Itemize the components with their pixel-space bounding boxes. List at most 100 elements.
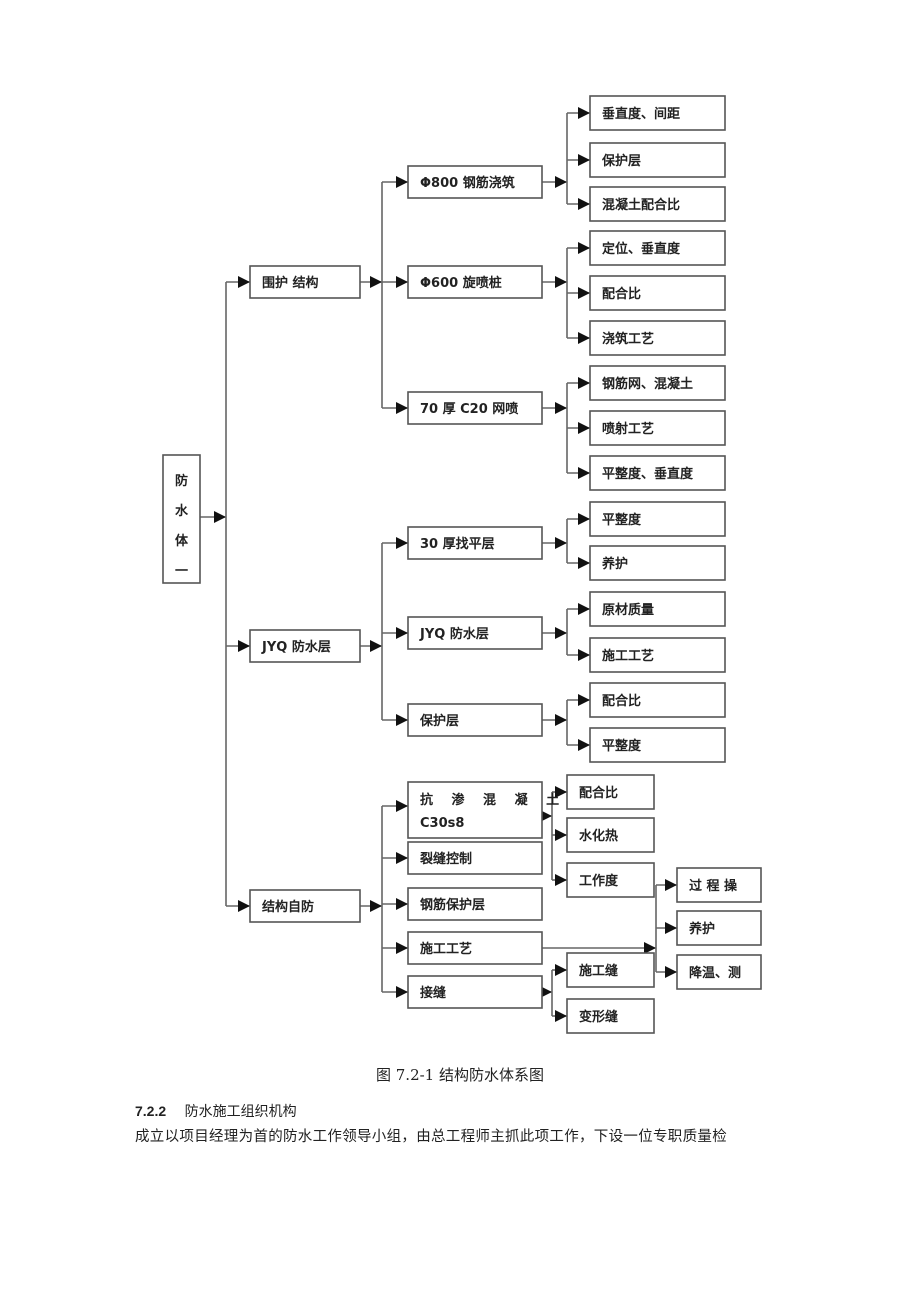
level3-box-label: 平整度 — [602, 738, 642, 754]
branch-arrow-icon — [238, 276, 250, 288]
level3-arrow-icon — [665, 922, 677, 934]
level3-box-label: 保护层 — [601, 153, 641, 169]
level3-box: 垂直度、间距 — [589, 95, 726, 131]
level3-box-label: 养护 — [688, 921, 715, 937]
figure-caption: 图 7.2-1 结构防水体系图 — [375, 1066, 544, 1084]
level3-box: 养护 — [676, 910, 762, 946]
level2-box-label: 接缝 — [420, 985, 446, 1001]
level2-out-arrow-icon — [555, 627, 567, 639]
level3-arrow-icon — [578, 154, 590, 166]
level1-out-arrow-icon — [370, 640, 382, 652]
level3-box-label: 喷射工艺 — [602, 421, 654, 437]
root-box-char: 水 — [175, 503, 189, 519]
level3-box-label: 配合比 — [602, 693, 641, 709]
level2-arrow-icon — [396, 627, 408, 639]
level3-arrow-icon — [578, 422, 590, 434]
level3-box-label: 定位、垂直度 — [601, 241, 681, 257]
level2-box: 施工工艺 — [407, 931, 543, 965]
level3-box: 原材质量 — [589, 591, 726, 627]
waterproofing-system-diagram: 防水体一 围护 结构 Φ800 钢筋浇筑 垂直度、间距保护层混凝土配合比 Φ600 旋喷… — [162, 95, 762, 1034]
level3-arrow-icon — [578, 242, 590, 254]
level2-out-arrow-icon — [555, 176, 567, 188]
level3-arrow-icon — [578, 377, 590, 389]
level2-arrow-icon — [396, 852, 408, 864]
root-box-char: 一 — [175, 564, 188, 579]
level1-box-1-label: 围护 结构 — [262, 275, 319, 291]
level3-arrow-icon — [555, 964, 567, 976]
level1-box-3-label: 结构自防 — [262, 899, 314, 915]
level3-box-label: 钢筋网、混凝土 — [602, 376, 693, 392]
level1-box-3: 结构自防 — [249, 889, 361, 923]
level2-box-label: 施工工艺 — [420, 941, 472, 957]
level2-box: 接缝 — [407, 975, 543, 1009]
level3-box: 施工缝 — [566, 952, 655, 988]
level2-box-label: Φ800 钢筋浇筑 — [420, 175, 515, 191]
level3-box-label: 施工工艺 — [602, 648, 654, 664]
level2-box-label-line1: 抗 渗 混 凝 土 — [420, 792, 566, 808]
level3-box-label: 平整度、垂直度 — [602, 466, 694, 482]
level2-arrow-icon — [396, 898, 408, 910]
level3-box: 养护 — [589, 545, 726, 581]
level2-arrow-icon — [396, 276, 408, 288]
section-heading: 7.2.2 防水施工组织机构 — [135, 1101, 297, 1121]
level2-box-label-line2: C30s8 — [420, 816, 464, 831]
level1-out-arrow-icon — [370, 276, 382, 288]
level2-box: Φ800 钢筋浇筑 — [407, 165, 543, 199]
level2-box: 70 厚 C20 网喷 — [407, 391, 543, 425]
level3-arrow-icon — [665, 879, 677, 891]
level3-box: 配合比 — [566, 774, 655, 810]
level3-box: 过 程 操 — [676, 867, 762, 903]
level1-box-2-label: JYQ 防水层 — [261, 639, 331, 655]
level3-box: 保护层 — [589, 142, 726, 178]
level2-box-label: JYQ 防水层 — [419, 626, 489, 642]
level2-arrow-icon — [396, 986, 408, 998]
level3-box-label: 变形缝 — [579, 1009, 618, 1025]
level3-box: 定位、垂直度 — [589, 230, 726, 266]
level3-arrow-icon — [578, 603, 590, 615]
level2-box-label: 30 厚找平层 — [420, 536, 495, 552]
section-number: 7.2.2 — [135, 1103, 167, 1119]
root-box-char: 体 — [175, 533, 189, 549]
body-paragraph: 成立以项目经理为首的防水工作领导小组，由总工程师主抓此项工作，下设一位专职质量检 — [135, 1129, 727, 1145]
level2-out-arrow-icon — [555, 537, 567, 549]
level1-out-arrow-icon — [370, 900, 382, 912]
level3-arrow-icon — [578, 467, 590, 479]
level3-box: 平整度、垂直度 — [589, 455, 726, 491]
level3-box-label: 配合比 — [602, 286, 641, 302]
level3-arrow-icon — [578, 739, 590, 751]
level2-arrow-icon — [396, 942, 408, 954]
level3-arrow-icon — [578, 287, 590, 299]
boxes: 防水体一 围护 结构 Φ800 钢筋浇筑 垂直度、间距保护层混凝土配合比 Φ600 旋喷… — [162, 95, 762, 1034]
level3-box-label: 原材质量 — [602, 602, 654, 618]
level3-box: 平整度 — [589, 727, 726, 763]
level3-box: 钢筋网、混凝土 — [589, 365, 726, 401]
branch-arrow-icon — [238, 640, 250, 652]
level3-box-label: 配合比 — [579, 785, 618, 801]
level3-box: 施工工艺 — [589, 637, 726, 673]
level3-box-label: 垂直度、间距 — [602, 106, 680, 122]
level3-box: 变形缝 — [566, 998, 655, 1034]
level3-arrow-icon — [578, 557, 590, 569]
level3-box: 降温、测 — [676, 954, 762, 990]
level2-box: JYQ 防水层 — [407, 616, 543, 650]
level3-box-label: 浇筑工艺 — [602, 331, 654, 347]
level3-box: 混凝土配合比 — [589, 186, 726, 222]
level2-out-arrow-icon — [555, 276, 567, 288]
level3-arrow-icon — [665, 966, 677, 978]
level2-out-arrow-icon — [555, 402, 567, 414]
root-box: 防水体一 — [162, 454, 201, 584]
level2-box-label: 70 厚 C20 网喷 — [420, 401, 518, 417]
level3-box: 工作度 — [566, 862, 655, 898]
level3-box: 喷射工艺 — [589, 410, 726, 446]
level3-arrow-icon — [578, 649, 590, 661]
level3-box-label: 水化热 — [579, 828, 618, 844]
level2-box: 抗 渗 混 凝 土 C30s8 — [407, 781, 566, 839]
level2-box-label: Φ600 旋喷桩 — [420, 275, 502, 291]
level2-out-arrow-icon — [555, 714, 567, 726]
level3-arrow-icon — [555, 874, 567, 886]
level2-arrow-icon — [396, 537, 408, 549]
section-title: 防水施工组织机构 — [184, 1104, 297, 1120]
level3-box: 水化热 — [566, 817, 655, 853]
level3-box-label: 养护 — [601, 556, 628, 572]
level2-box: 30 厚找平层 — [407, 526, 543, 560]
